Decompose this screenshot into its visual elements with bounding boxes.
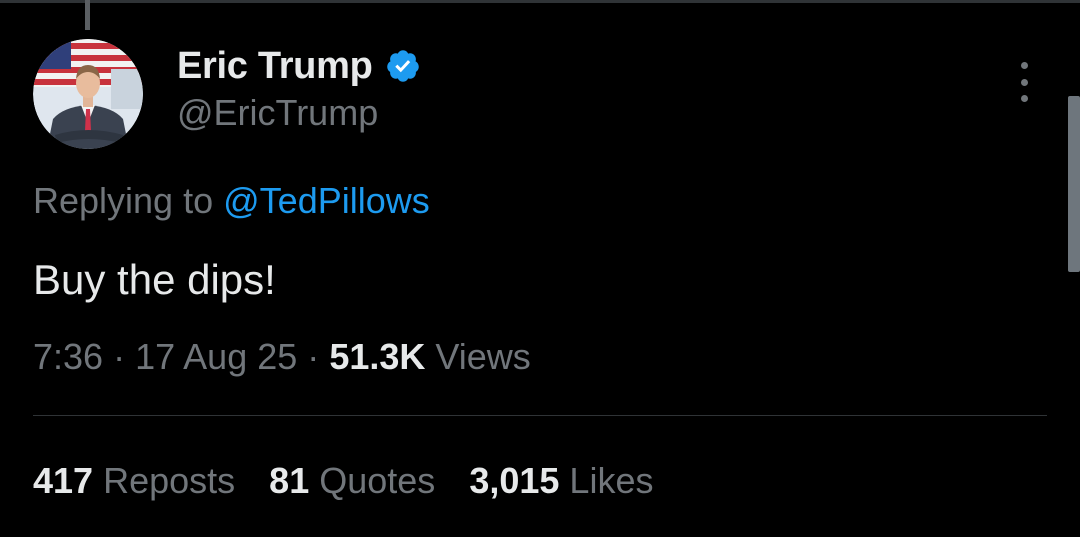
avatar[interactable] bbox=[33, 39, 143, 149]
tweet-meta: 7:36 · 17 Aug 25 · 51.3K Views bbox=[33, 336, 531, 378]
author-name-row[interactable]: Eric Trump bbox=[177, 42, 421, 90]
replying-to: Replying to @TedPillows bbox=[33, 180, 430, 222]
author-display-name[interactable]: Eric Trump bbox=[177, 45, 373, 88]
views-count: 51.3K bbox=[329, 336, 426, 377]
tweet-text: Buy the dips! bbox=[33, 256, 276, 303]
verified-badge-icon bbox=[385, 48, 421, 84]
scrollbar[interactable] bbox=[1068, 96, 1080, 272]
quotes-label: Quotes bbox=[319, 460, 436, 501]
reposts-label: Reposts bbox=[103, 460, 236, 501]
more-dot bbox=[1020, 95, 1028, 102]
quotes-count: 81 bbox=[269, 460, 310, 501]
replying-to-label: Replying to bbox=[33, 180, 214, 221]
more-options-icon[interactable] bbox=[1006, 62, 1042, 102]
author-handle[interactable]: @EricTrump bbox=[177, 92, 378, 134]
meta-separator: · bbox=[113, 336, 126, 377]
stats-divider bbox=[33, 415, 1047, 416]
more-dot bbox=[1020, 78, 1028, 86]
likes-stat[interactable]: 3,015 Likes bbox=[469, 460, 653, 502]
avatar-portrait-image bbox=[33, 39, 143, 149]
views-label: Views bbox=[435, 336, 531, 377]
engagement-stats: 417 Reposts 81 Quotes 3,015 Likes bbox=[33, 460, 687, 502]
more-dot bbox=[1020, 62, 1028, 69]
meta-separator: · bbox=[307, 336, 320, 377]
tweet-date[interactable]: 17 Aug 25 bbox=[135, 336, 297, 377]
reposts-stat[interactable]: 417 Reposts bbox=[33, 460, 235, 502]
reposts-count: 417 bbox=[33, 460, 94, 501]
top-divider bbox=[0, 0, 1080, 3]
thread-connector-line bbox=[85, 0, 90, 30]
replying-to-handle-link[interactable]: @TedPillows bbox=[223, 180, 430, 221]
likes-label: Likes bbox=[569, 460, 654, 501]
likes-count: 3,015 bbox=[469, 460, 560, 501]
tweet-time[interactable]: 7:36 bbox=[33, 336, 103, 377]
quotes-stat[interactable]: 81 Quotes bbox=[269, 460, 435, 502]
